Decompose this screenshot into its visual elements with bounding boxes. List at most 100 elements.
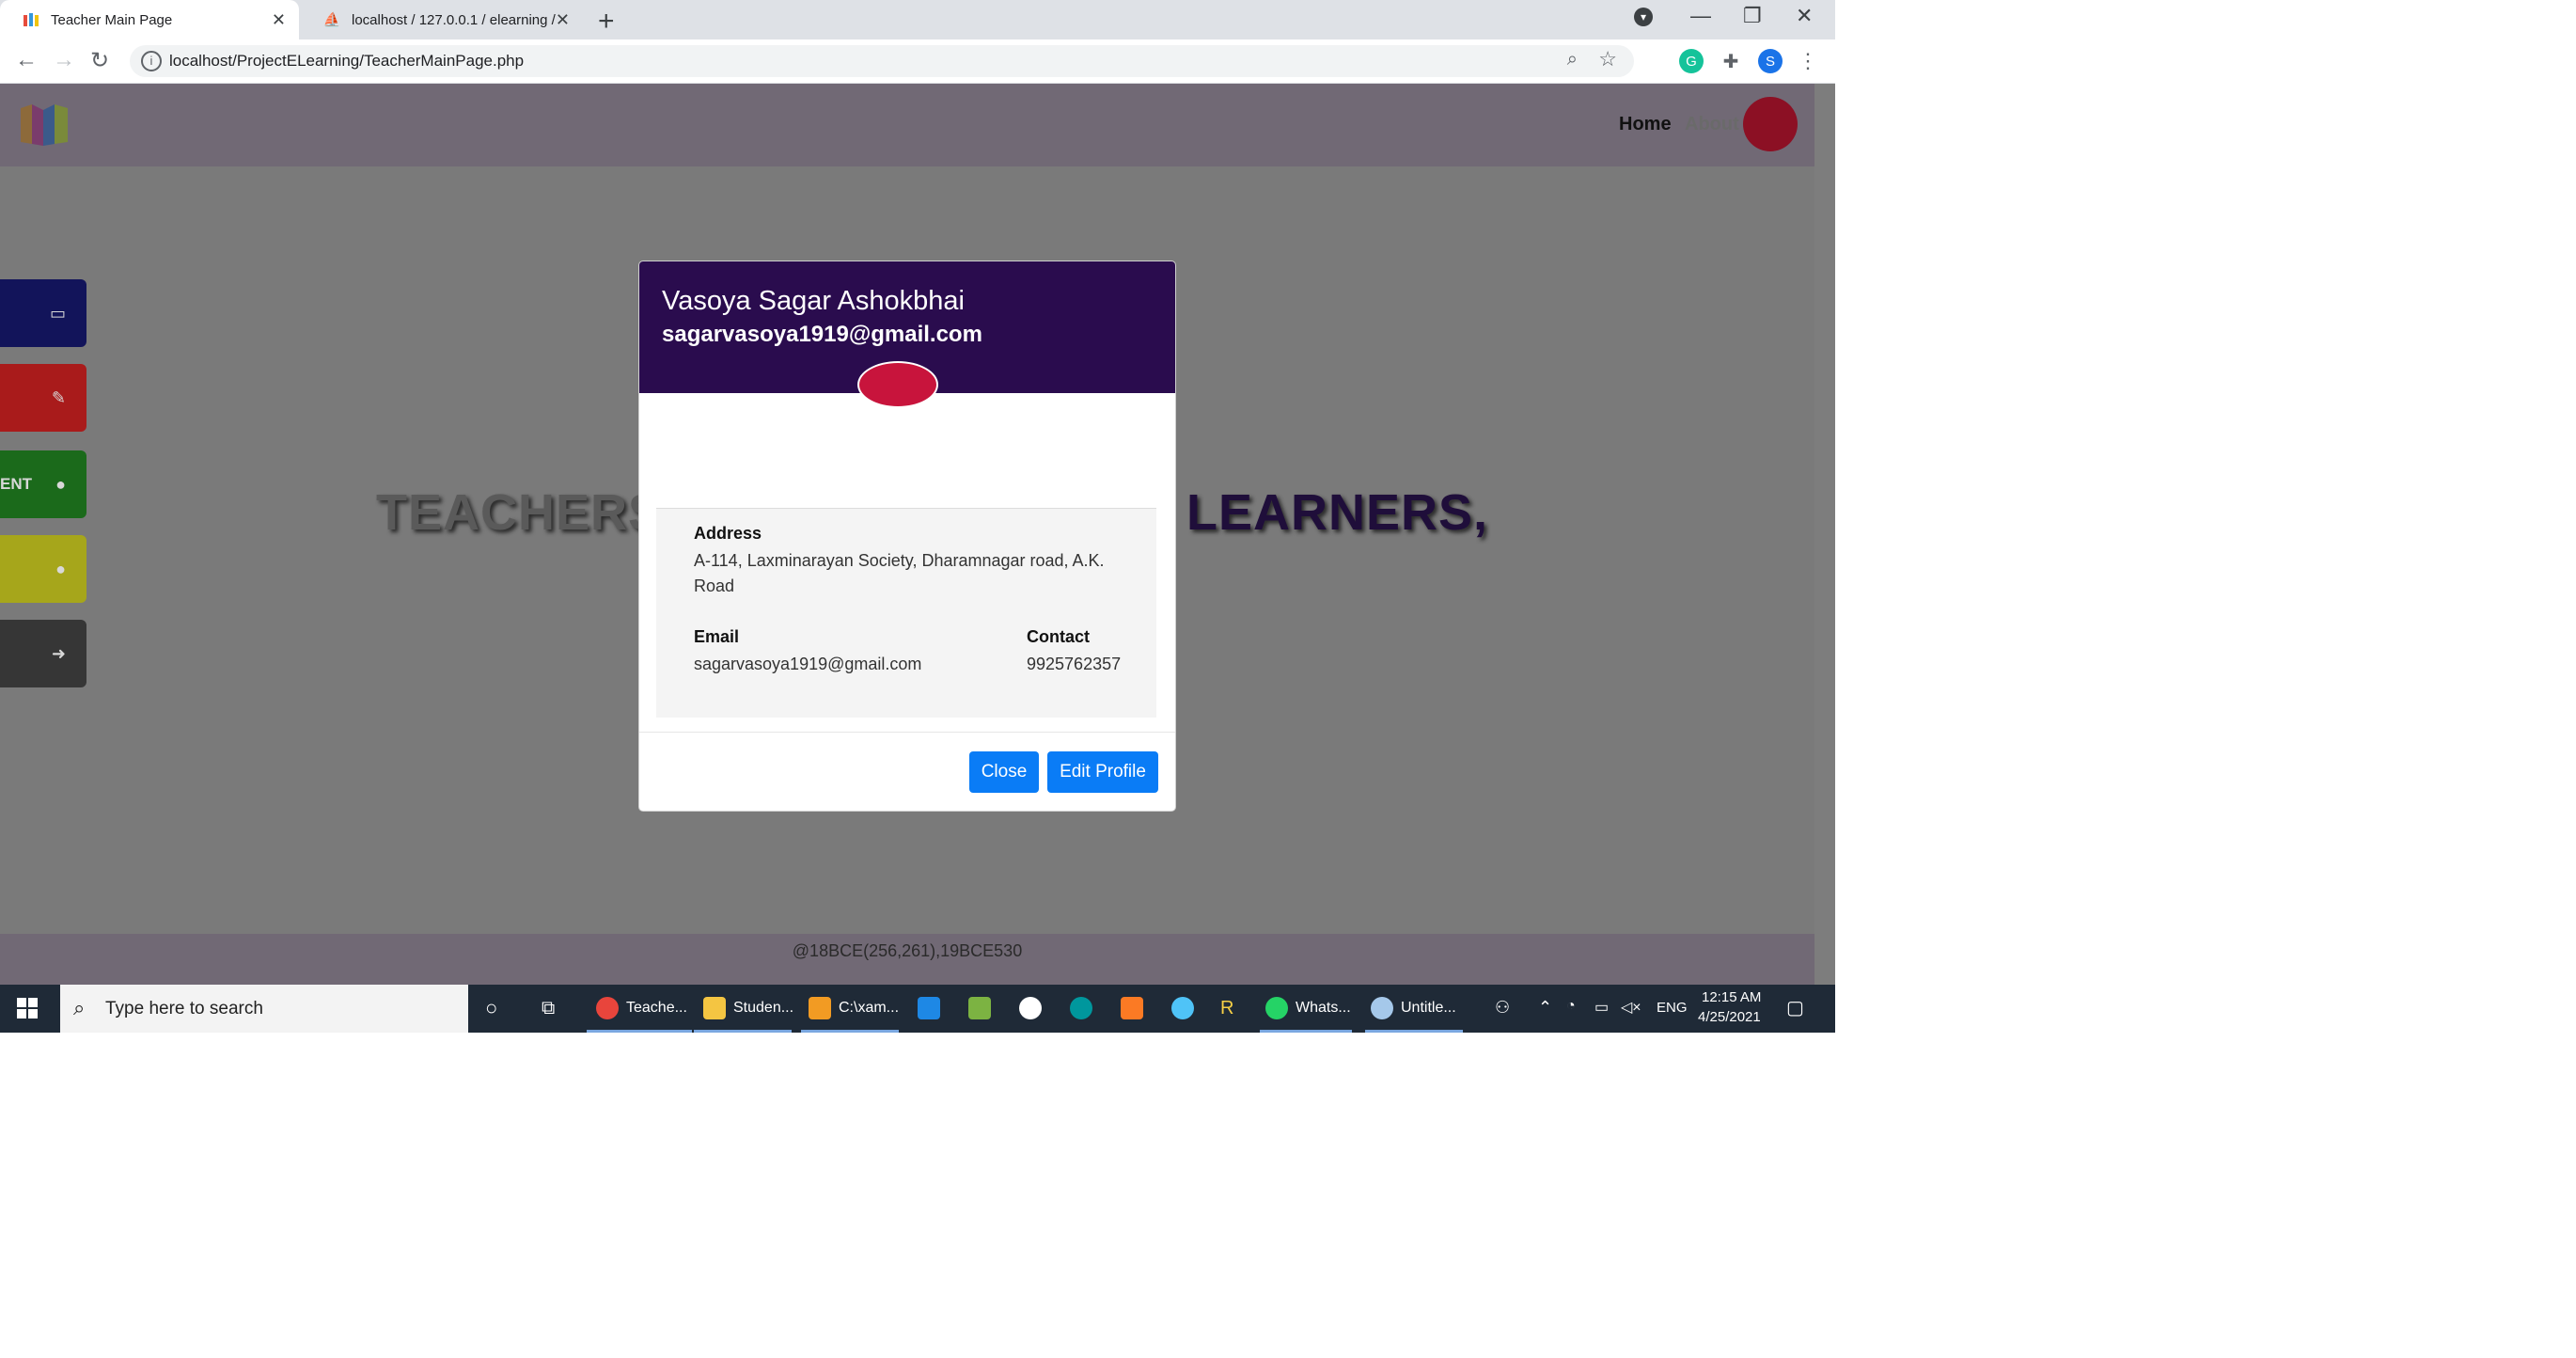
- clock-time[interactable]: 12:15 AM: [1702, 989, 1761, 1005]
- taskbar-app-sublime[interactable]: C:\xam...: [809, 996, 899, 1020]
- taskbar-app-arduino[interactable]: [1070, 996, 1100, 1020]
- tab-close-icon[interactable]: ✕: [556, 10, 570, 30]
- battery-icon[interactable]: ▭: [1594, 998, 1609, 1017]
- sidebar-button-logout[interactable]: ➜: [0, 620, 86, 687]
- books-favicon-icon: [23, 11, 39, 28]
- arduino-icon: [1070, 997, 1092, 1019]
- hero-text-right: LEARNERS,: [1186, 484, 1489, 541]
- tab-search-icon[interactable]: ▾: [1634, 8, 1653, 26]
- tab-phpmyadmin[interactable]: ⛵ localhost / 127.0.0.1 / elearning / ✕: [301, 0, 583, 39]
- taskbar-app-paint[interactable]: Untitle...: [1371, 996, 1456, 1020]
- edit-profile-button[interactable]: Edit Profile: [1047, 751, 1158, 793]
- app-indicator: [1365, 1030, 1463, 1033]
- contact-value: 9925762357: [1027, 655, 1122, 673]
- phpmyadmin-favicon-icon: ⛵: [322, 12, 341, 28]
- language-indicator[interactable]: ENG: [1657, 1000, 1688, 1016]
- tab-title: localhost / 127.0.0.1 / elearning /: [352, 11, 556, 28]
- taskbar-app-blue[interactable]: [1019, 996, 1049, 1020]
- cortana-icon[interactable]: ○: [485, 996, 497, 1020]
- taskbar-app-xampp[interactable]: [1121, 996, 1151, 1020]
- address-label: Address: [694, 524, 762, 543]
- taskbar-app-whatsapp[interactable]: Whats...: [1265, 996, 1351, 1020]
- new-tab-button[interactable]: +: [598, 6, 615, 38]
- profile-modal: Vasoya Sagar Ashokbhai sagarvasoya1919@g…: [639, 261, 1175, 811]
- people-icon[interactable]: ⚇: [1495, 998, 1510, 1018]
- sidebar-label: ENT: [0, 475, 32, 493]
- taskbar-app-store[interactable]: [968, 996, 998, 1020]
- tab-title: Teacher Main Page: [51, 11, 173, 28]
- modal-footer: Close Edit Profile: [639, 732, 1175, 811]
- footer-text: @18BCE(256,261),19BCE530: [792, 941, 1023, 960]
- paint-icon: [1371, 997, 1393, 1019]
- sidebar-button-edit[interactable]: ✎: [0, 364, 86, 432]
- search-icon: ⌕: [73, 996, 86, 1019]
- address-bar[interactable]: i localhost/ProjectELearning/TeacherMain…: [130, 45, 1634, 77]
- notifications-icon[interactable]: ▢: [1786, 996, 1804, 1019]
- task-view-icon[interactable]: ⧉: [542, 996, 555, 1020]
- xampp-icon: [1121, 997, 1143, 1019]
- taskbar-search-box[interactable]: ⌕ Type here to search: [60, 985, 468, 1033]
- reload-icon[interactable]: ↻: [90, 47, 109, 74]
- nav-home-link[interactable]: Home: [1619, 114, 1672, 135]
- address-line-2: Road: [694, 576, 735, 595]
- tab-close-icon[interactable]: ✕: [272, 10, 286, 30]
- browser-toolbar: ← → ↻ i localhost/ProjectELearning/Teach…: [0, 39, 1835, 84]
- tab-teacher-main-page[interactable]: Teacher Main Page ✕: [0, 0, 299, 39]
- bookmark-star-icon[interactable]: ☆: [1598, 47, 1617, 71]
- sidebar-button-student[interactable]: ENT ●: [0, 450, 86, 518]
- close-button[interactable]: Close: [969, 751, 1039, 793]
- store-icon: [968, 997, 991, 1019]
- volume-muted-icon[interactable]: ◁×: [1621, 998, 1641, 1017]
- profile-name: Vasoya Sagar Ashokbhai: [662, 286, 965, 316]
- back-icon[interactable]: ←: [15, 47, 38, 73]
- sidebar-button-settings[interactable]: ●: [0, 535, 86, 603]
- app-indicator: [801, 1030, 899, 1033]
- taskbar-app-chrome[interactable]: Teache...: [596, 996, 687, 1020]
- taskbar-app-explorer[interactable]: Studen...: [703, 996, 793, 1020]
- vscode-icon: [918, 997, 940, 1019]
- forward-icon[interactable]: →: [53, 47, 75, 73]
- app-indicator: [694, 1030, 792, 1033]
- tab-strip: Teacher Main Page ✕ ⛵ localhost / 127.0.…: [0, 0, 1835, 39]
- taskbar-app-vscode[interactable]: [918, 996, 948, 1020]
- profile-avatar[interactable]: S: [1758, 49, 1783, 73]
- books-logo-icon[interactable]: [19, 101, 70, 148]
- app-indicator: [1260, 1030, 1352, 1033]
- windows-start-icon[interactable]: [17, 998, 38, 1018]
- circle-icon: ●: [55, 559, 66, 578]
- sublime-icon: [809, 997, 831, 1019]
- search-placeholder: Type here to search: [105, 999, 263, 1018]
- nav-about-link[interactable]: About: [1685, 114, 1739, 135]
- taskbar-app-edge[interactable]: [1171, 996, 1202, 1020]
- folder-icon: [703, 997, 726, 1019]
- active-app-indicator: [587, 1030, 692, 1033]
- site-info-icon[interactable]: i: [141, 51, 162, 71]
- minimize-icon[interactable]: —: [1690, 4, 1711, 28]
- taskbar-app-label: Teache...: [626, 1000, 687, 1016]
- taskbar-app-label: Studen...: [733, 1000, 794, 1016]
- nav-avatar[interactable]: [1743, 97, 1798, 151]
- windows-taskbar: ⌕ Type here to search ○ ⧉ Teache... Stud…: [0, 985, 1835, 1033]
- rstudio-icon[interactable]: R: [1220, 996, 1233, 1020]
- taskbar-app-label: Untitle...: [1401, 1000, 1456, 1016]
- extensions-puzzle-icon[interactable]: ✚: [1719, 49, 1743, 73]
- browser-menu-icon[interactable]: ⋮: [1796, 49, 1820, 73]
- book-icon: ▭: [49, 303, 66, 323]
- zoom-icon[interactable]: ⌕: [1567, 49, 1578, 71]
- profile-details-card: Address A-114, Laxminarayan Society, Dha…: [656, 508, 1156, 718]
- screen: Teacher Main Page ✕ ⛵ localhost / 127.0.…: [0, 0, 1835, 1033]
- site-navbar: Home About: [0, 84, 1814, 166]
- chrome-icon: [596, 997, 619, 1019]
- wifi-icon[interactable]: ◔: [1566, 998, 1576, 1015]
- window-close-icon[interactable]: ✕: [1796, 4, 1813, 28]
- tray-chevron-icon[interactable]: ⌃: [1538, 998, 1552, 1018]
- grammarly-extension-icon[interactable]: G: [1679, 49, 1704, 73]
- restore-icon[interactable]: ❐: [1743, 4, 1762, 28]
- clock-date[interactable]: 4/25/2021: [1698, 1009, 1761, 1025]
- whatsapp-icon: [1265, 997, 1288, 1019]
- email-value: sagarvasoya1919@gmail.com: [694, 655, 922, 673]
- sidebar-button-courses[interactable]: ▭: [0, 279, 86, 347]
- taskbar-app-label: C:\xam...: [839, 1000, 900, 1016]
- pencil-icon: ✎: [51, 387, 66, 407]
- taskbar-app-label: Whats...: [1296, 1000, 1351, 1016]
